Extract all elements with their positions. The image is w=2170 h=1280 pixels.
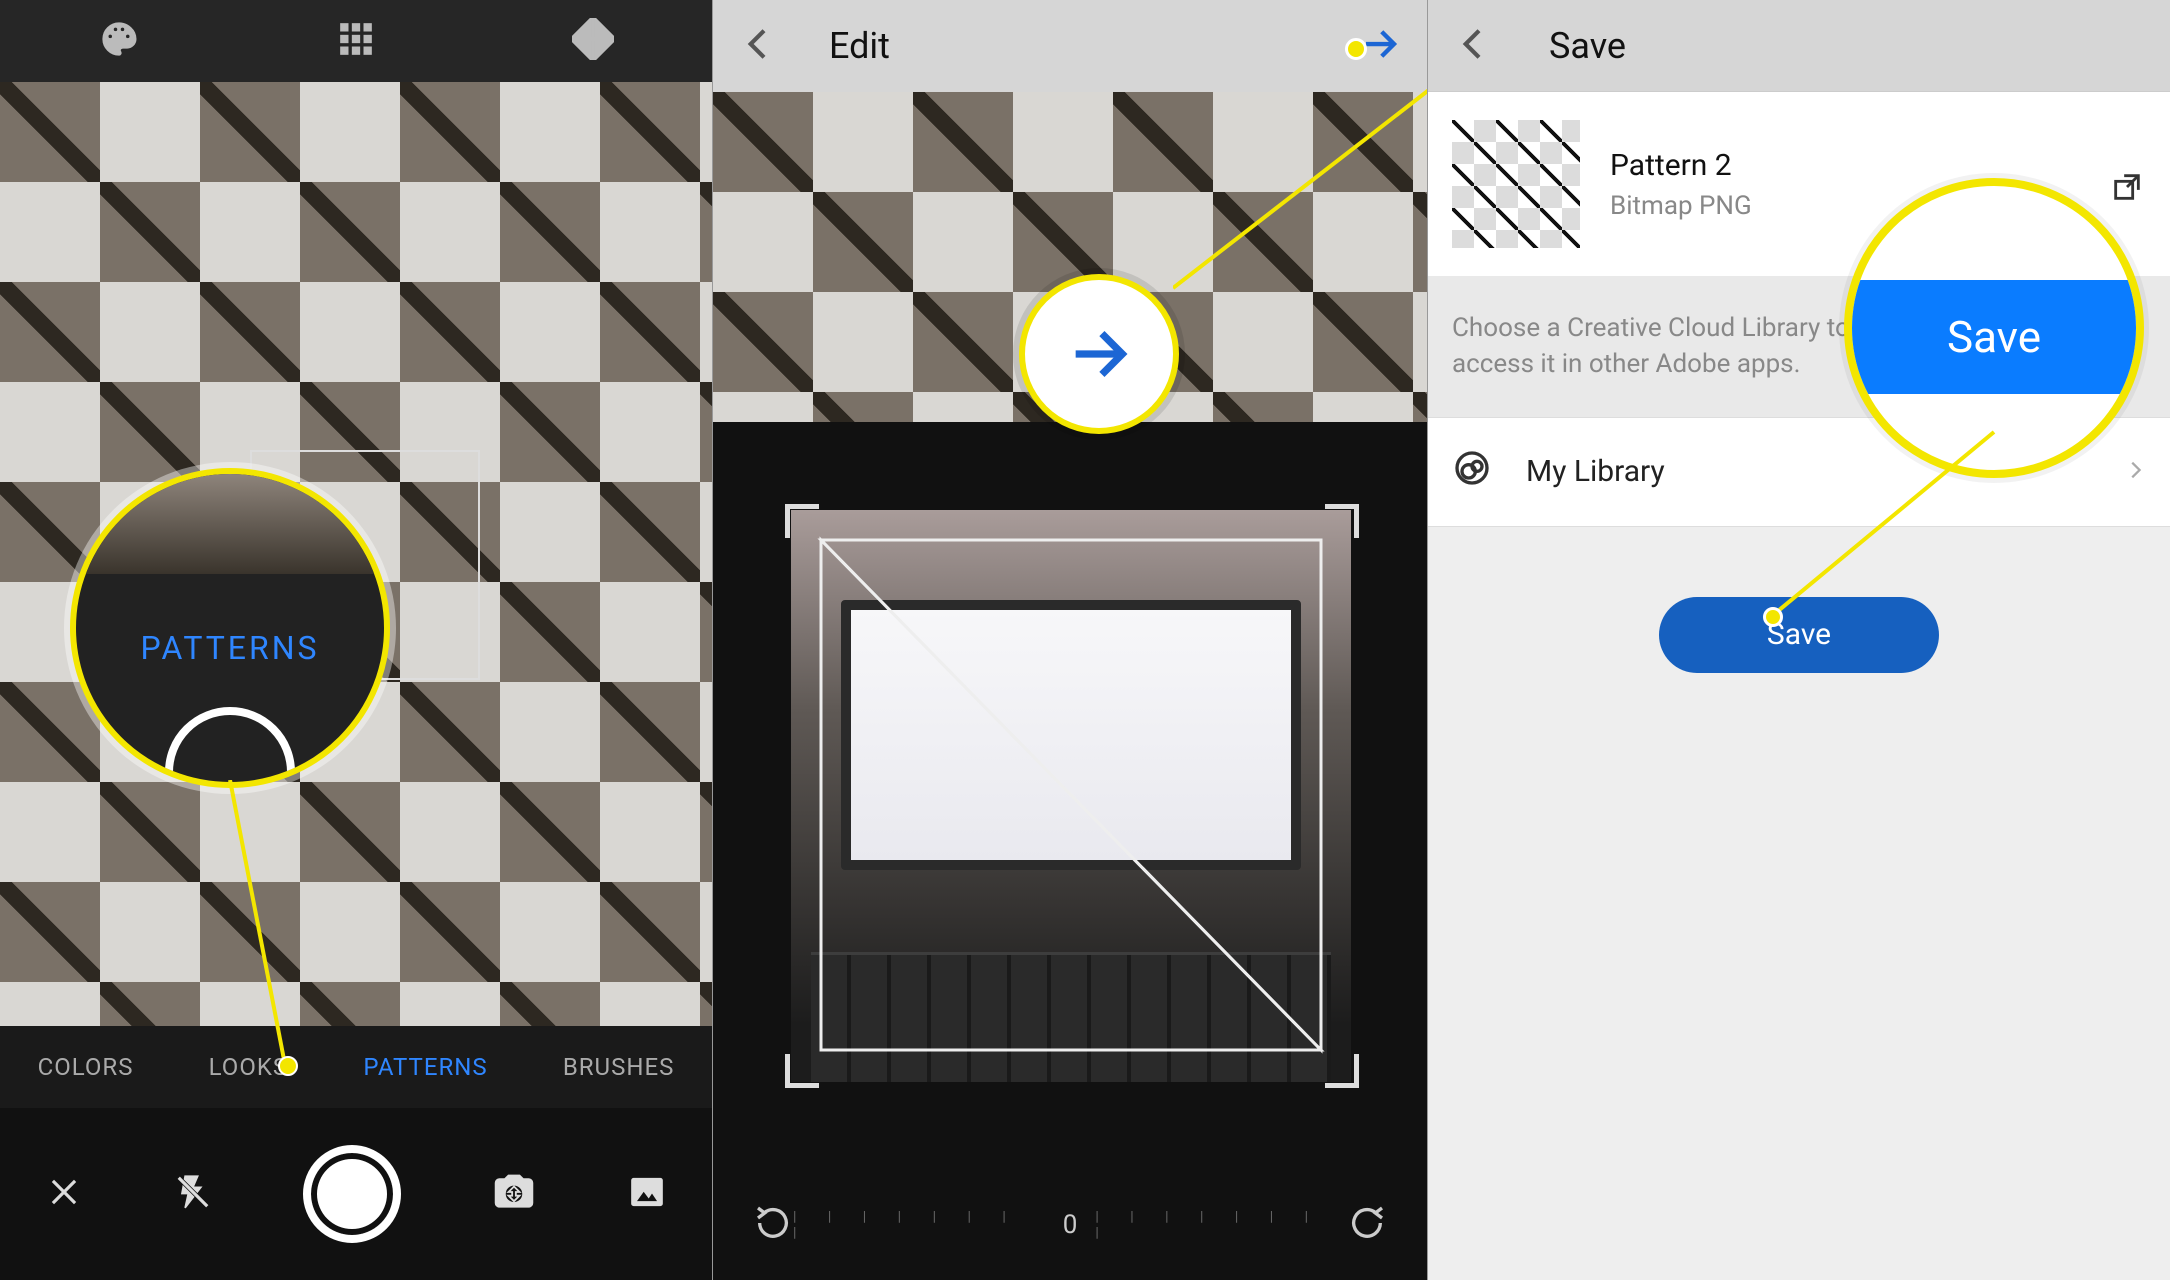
crop-handle-bl[interactable] (785, 1054, 819, 1088)
pattern-format: Bitmap PNG (1610, 191, 1752, 221)
pattern-name[interactable]: Pattern 2 (1610, 148, 1752, 183)
callout-label: PATTERNS (76, 629, 384, 667)
callout-forward (1019, 274, 1179, 434)
palette-icon[interactable] (98, 18, 140, 64)
kaleido-icon[interactable] (572, 18, 614, 64)
pattern-thumbnail (1452, 120, 1580, 248)
tab-looks[interactable]: LOOKS (209, 1053, 289, 1081)
shutter-button[interactable] (303, 1145, 401, 1243)
edit-bottom-bar: | | | | | | | | 0 | | | | | | | | (713, 1170, 1427, 1280)
flash-off-icon[interactable] (174, 1173, 212, 1215)
callout-leader (1768, 430, 1998, 620)
callout-dot (1763, 607, 1783, 627)
edit-title: Edit (829, 25, 1044, 67)
crop-diagonal-overlay[interactable] (791, 510, 1351, 1082)
callout-leader (1173, 50, 1428, 290)
back-icon[interactable] (739, 24, 779, 68)
capture-top-bar (0, 0, 712, 82)
mode-tabs: COLORS LOOKS PATTERNS BRUSHES (0, 1026, 712, 1108)
close-icon[interactable] (45, 1173, 83, 1215)
callout-save-label: Save (1852, 280, 2136, 394)
capture-controls (0, 1108, 712, 1280)
crop-handle-br[interactable] (1325, 1054, 1359, 1088)
expand-icon[interactable] (2110, 170, 2144, 208)
chevron-right-icon (2124, 454, 2146, 489)
rotate-ccw-icon[interactable] (753, 1203, 793, 1247)
tab-brushes[interactable]: BRUSHES (563, 1053, 675, 1081)
tab-patterns[interactable]: PATTERNS (363, 1053, 487, 1081)
library-name: My Library (1526, 454, 1665, 489)
crop-handle-tr[interactable] (1325, 504, 1359, 538)
gallery-icon[interactable] (627, 1172, 667, 1216)
cc-icon (1452, 448, 1492, 496)
save-panel: Save Pattern 2 Bitmap PNG Choose a Creat… (1428, 0, 2170, 1280)
save-title: Save (1549, 25, 1626, 67)
rotation-value: 0 (1063, 1210, 1078, 1240)
switch-camera-icon[interactable] (492, 1170, 536, 1218)
back-icon[interactable] (1454, 24, 1494, 68)
callout-dot (278, 1056, 298, 1076)
save-top-bar: Save (1428, 0, 2170, 92)
tab-colors[interactable]: COLORS (38, 1053, 134, 1081)
edit-panel: Edit | | | | | | | | 0 | | | | | | | | (712, 0, 1428, 1280)
capture-panel: COLORS LOOKS PATTERNS BRUSHES PATTERNS (0, 0, 712, 1280)
grid-icon[interactable] (336, 19, 376, 63)
callout-patterns: PATTERNS (70, 468, 390, 788)
crop-handle-tl[interactable] (785, 504, 819, 538)
undo-icon[interactable] (1347, 1203, 1387, 1247)
rotation-slider[interactable]: | | | | | | | | 0 | | | | | | | | (793, 1209, 1347, 1241)
source-photo[interactable] (791, 510, 1351, 1082)
